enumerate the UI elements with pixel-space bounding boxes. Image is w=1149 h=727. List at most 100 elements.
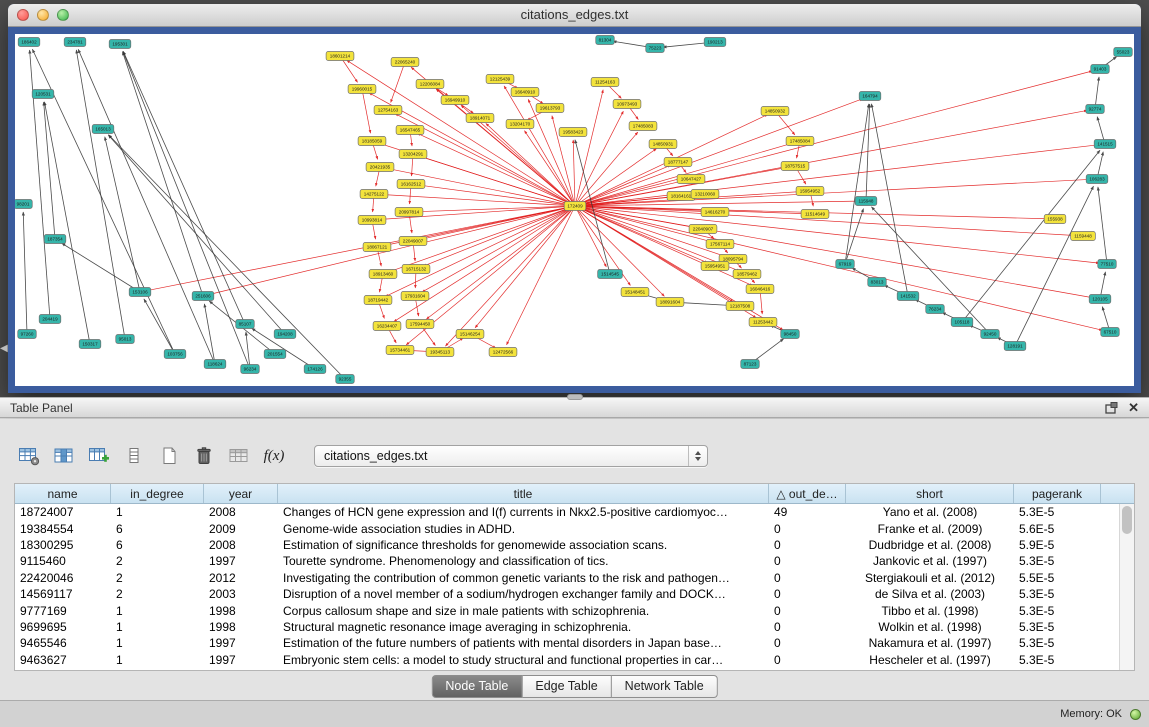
graph-node[interactable]: 11253442 <box>749 318 777 327</box>
graph-node[interactable]: 18914071 <box>466 114 494 123</box>
close-panel-icon[interactable]: ✕ <box>1128 401 1139 415</box>
graph-node[interactable]: 22065240 <box>391 58 419 67</box>
graph-node[interactable]: 18601214 <box>326 52 354 61</box>
graph-node[interactable]: 17594450 <box>406 320 434 329</box>
column-header[interactable]: short <box>846 484 1014 503</box>
graph-node[interactable]: 67919 <box>836 260 855 269</box>
edit-table-button[interactable] <box>86 444 112 468</box>
table-vertical-scrollbar[interactable] <box>1119 504 1134 670</box>
graph-node[interactable]: 92774 <box>1086 105 1105 114</box>
graph-node[interactable]: 11254163 <box>591 78 619 87</box>
graph-node[interactable]: 118624 <box>204 360 226 369</box>
graph-node[interactable]: 13204170 <box>506 120 534 129</box>
table-row[interactable]: 1456911722003Disruption of a novel membe… <box>15 586 1119 602</box>
graph-node[interactable]: 15146254 <box>456 330 484 339</box>
graph-node[interactable]: 81304 <box>596 36 615 45</box>
graph-node[interactable]: 234781 <box>64 38 86 47</box>
column-header[interactable]: year <box>204 484 278 503</box>
graph-node[interactable]: 14616270 <box>701 208 729 217</box>
graph-node[interactable]: 16949910 <box>441 96 469 105</box>
graph-node[interactable]: 92355 <box>336 375 355 384</box>
graph-node[interactable]: 97260 <box>18 330 37 339</box>
graph-node[interactable]: 18777147 <box>664 158 692 167</box>
graph-node[interactable]: 16046416 <box>746 285 774 294</box>
float-panel-icon[interactable] <box>1105 402 1118 414</box>
graph-node[interactable]: 20421935 <box>366 163 394 172</box>
graph-node[interactable]: 190213 <box>704 38 726 47</box>
graph-node[interactable]: 1159448 <box>1071 232 1096 241</box>
graph-node[interactable]: 12754163 <box>374 106 402 115</box>
table-row[interactable]: 946362711997Embryonic stem cells: a mode… <box>15 652 1119 668</box>
table-row[interactable]: 1938455462009Genome-wide association stu… <box>15 520 1119 536</box>
graph-node[interactable]: 14850931 <box>649 140 677 149</box>
panel-drag-handle[interactable] <box>567 394 583 400</box>
graph-node[interactable]: 15148451 <box>621 288 649 297</box>
graph-node[interactable]: 98450 <box>781 330 800 339</box>
graph-node[interactable]: 76234 <box>926 305 945 314</box>
graph-node[interactable]: 18164161 <box>667 192 695 201</box>
graph-node[interactable]: 22049007 <box>399 237 427 246</box>
graph-node[interactable]: 106283 <box>1086 175 1108 184</box>
graph-node[interactable]: 17485084 <box>786 137 814 146</box>
graph-node[interactable]: 67510 <box>1101 328 1120 337</box>
close-window-button[interactable] <box>17 9 29 21</box>
graph-node[interactable]: 19583423 <box>559 128 587 137</box>
table-row[interactable]: 1830029562008Estimation of significance … <box>15 537 1119 553</box>
table-mode-button[interactable] <box>16 444 42 468</box>
table-row[interactable]: 1872400712008Changes of HCN gene express… <box>15 504 1119 520</box>
graph-node[interactable]: 16162512 <box>397 180 425 189</box>
column-header[interactable]: name <box>15 484 111 503</box>
graph-node[interactable]: 12125439 <box>486 75 514 84</box>
graph-node[interactable]: 12472566 <box>489 348 517 357</box>
graph-node[interactable]: 19345113 <box>426 348 454 357</box>
graph-node[interactable]: 15954951 <box>701 262 729 271</box>
graph-node[interactable]: 17567114 <box>706 240 734 249</box>
graph-node[interactable]: 164794 <box>859 92 881 101</box>
table-row[interactable]: 977716911998Corpus callosum shape and si… <box>15 602 1119 618</box>
graph-node[interactable]: 18091604 <box>656 298 684 307</box>
table-row[interactable]: 946554611997Estimation of the future num… <box>15 635 1119 651</box>
tab-node-table[interactable]: Node Table <box>431 675 522 698</box>
graph-node[interactable]: 194208 <box>274 330 296 339</box>
graph-node[interactable]: 92450 <box>981 330 1000 339</box>
table-row[interactable]: 911546021997Tourette syndrome. Phenomeno… <box>15 553 1119 569</box>
graph-node[interactable]: 18185059 <box>358 137 386 146</box>
graph-node[interactable]: 174126 <box>304 365 326 374</box>
graph-node[interactable]: 16234407 <box>373 322 401 331</box>
table-row[interactable]: 2242004622012Investigating the contribut… <box>15 570 1119 586</box>
graph-node[interactable]: 11514649 <box>801 210 829 219</box>
graph-node[interactable]: 13210060 <box>691 190 719 199</box>
column-header[interactable]: title <box>278 484 769 503</box>
graph-node[interactable]: 120105 <box>1089 295 1111 304</box>
graph-node[interactable]: 55023 <box>1114 48 1133 57</box>
graph-node[interactable]: 95013 <box>116 335 135 344</box>
graph-node[interactable]: 153106 <box>129 288 151 297</box>
graph-node[interactable]: 98201 <box>15 200 32 209</box>
table-row[interactable]: 969969511998Structural magnetic resonanc… <box>15 619 1119 635</box>
scrollbar-thumb[interactable] <box>1122 506 1132 534</box>
graph-node[interactable]: 18757515 <box>781 162 809 171</box>
zoom-window-button[interactable] <box>57 9 69 21</box>
graph-node[interactable]: 10993814 <box>358 216 386 225</box>
graph-node[interactable]: 87123 <box>741 360 760 369</box>
row-tools-button[interactable] <box>121 444 147 468</box>
graph-node[interactable]: 77510 <box>1098 260 1117 269</box>
graph-node[interactable]: 141532 <box>897 292 919 301</box>
minimize-window-button[interactable] <box>37 9 49 21</box>
graph-node[interactable]: 13204291 <box>399 150 427 159</box>
new-file-button[interactable] <box>156 444 182 468</box>
table-selector-dropdown[interactable]: citations_edges.txt <box>314 445 708 467</box>
graph-node[interactable]: 150317 <box>79 340 101 349</box>
graph-node[interactable]: 15954952 <box>796 187 824 196</box>
column-header[interactable]: in_degree <box>111 484 204 503</box>
graph-node[interactable]: 96234 <box>241 365 260 374</box>
graph-node[interactable]: 16715132 <box>402 265 430 274</box>
graph-node[interactable]: 204419 <box>39 315 61 324</box>
graph-node[interactable]: 141515 <box>1094 140 1116 149</box>
window-titlebar[interactable]: citations_edges.txt <box>8 4 1141 27</box>
graph-node[interactable]: 16547465 <box>396 126 424 135</box>
graph-node[interactable]: 18067121 <box>363 243 391 252</box>
graph-node[interactable]: 12187508 <box>726 302 754 311</box>
graph-node[interactable]: 201554 <box>264 350 286 359</box>
graph-node[interactable]: 172409 <box>564 202 586 211</box>
